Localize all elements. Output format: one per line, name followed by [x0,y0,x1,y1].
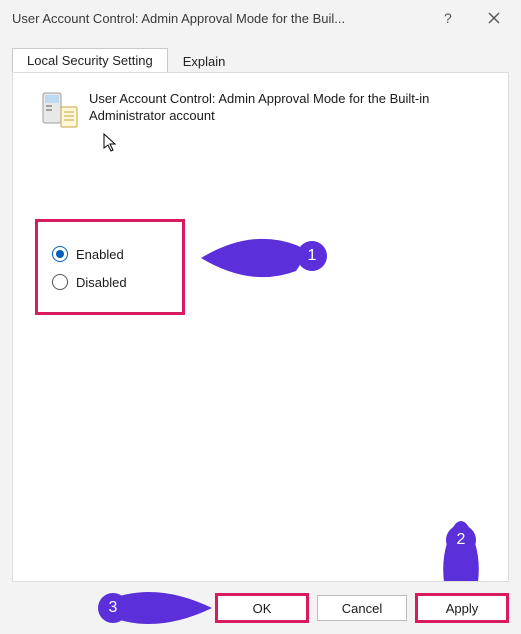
policy-title: User Account Control: Admin Approval Mod… [89,87,494,125]
content: Local Security Setting Explain [0,36,521,582]
help-button[interactable]: ? [425,3,471,33]
radio-disabled-label: Disabled [76,275,127,290]
policy-header: User Account Control: Admin Approval Mod… [13,73,508,137]
titlebar: User Account Control: Admin Approval Mod… [0,0,521,36]
tab-local-security-setting[interactable]: Local Security Setting [12,48,168,73]
annotation-badge: 1 [297,241,327,271]
radio-dot-icon [52,274,68,290]
dialog-window: User Account Control: Admin Approval Mod… [0,0,521,634]
tabstrip: Local Security Setting Explain [12,46,509,72]
tab-explain[interactable]: Explain [168,49,241,73]
annotation-2: 2 [431,513,491,582]
policy-icon [37,87,81,131]
close-button[interactable] [471,3,517,33]
annotation-3: 3 [92,588,212,631]
radio-enabled[interactable]: Enabled [52,246,168,262]
apply-button[interactable]: Apply [417,595,507,621]
ok-button[interactable]: OK [217,595,307,621]
radio-enabled-label: Enabled [76,247,124,262]
tab-panel: User Account Control: Admin Approval Mod… [12,72,509,582]
annotation-badge: 3 [98,593,128,623]
svg-text:?: ? [444,10,452,26]
dialog-footer: 3 OK Cancel Apply [0,582,521,634]
radio-group: Enabled Disabled [35,219,185,315]
annotation-1: 1 [201,233,331,286]
cancel-button[interactable]: Cancel [317,595,407,621]
radio-disabled[interactable]: Disabled [52,274,168,290]
annotation-badge: 2 [446,525,476,555]
window-title: User Account Control: Admin Approval Mod… [12,11,425,26]
radio-dot-icon [52,246,68,262]
